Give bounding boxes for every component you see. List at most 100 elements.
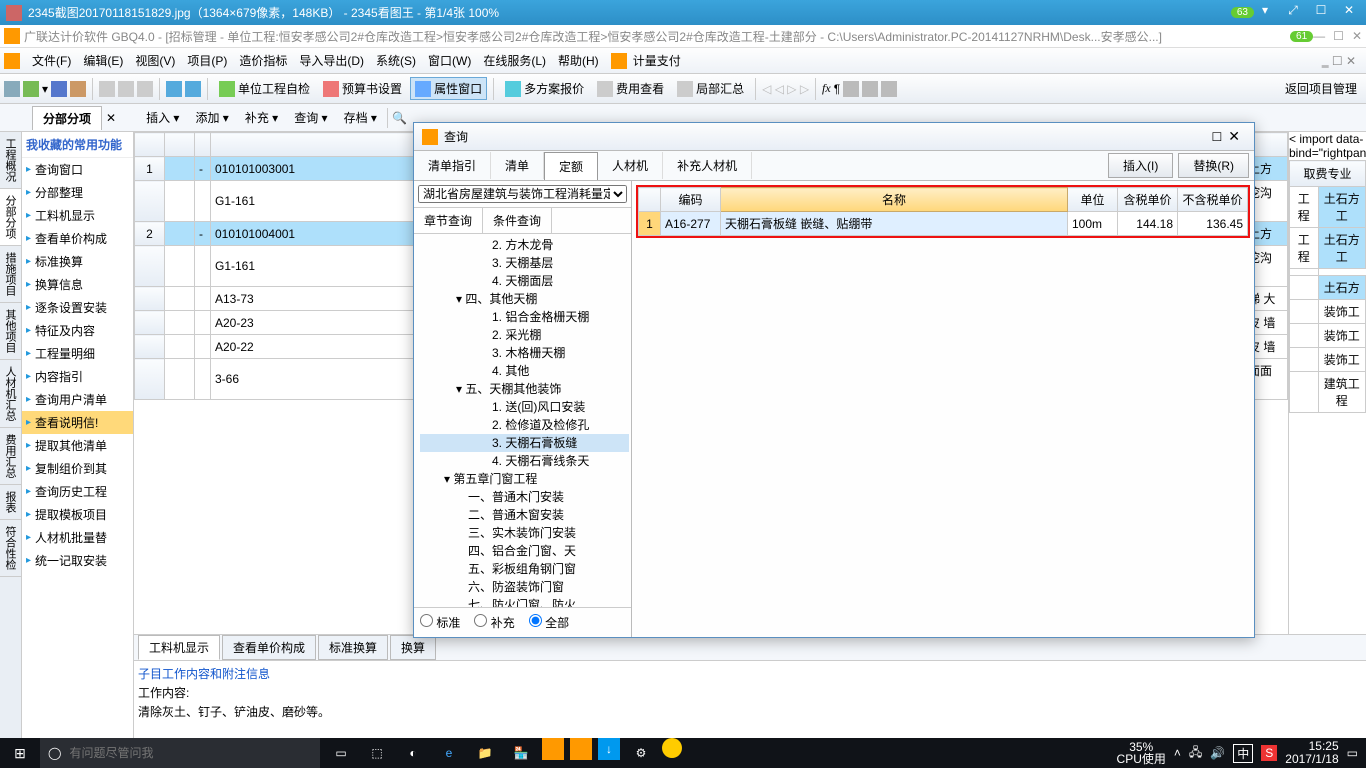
fav-item[interactable]: ▸复制组价到其 <box>22 457 133 480</box>
app-task-5[interactable]: 🏪 <box>506 738 536 768</box>
menu-online[interactable]: 在线服务(L) <box>477 52 552 69</box>
insert-button[interactable]: 插入(I) <box>1108 153 1173 178</box>
tb-partial[interactable]: 局部汇总 <box>672 77 749 100</box>
tb-cut-icon[interactable] <box>99 81 115 97</box>
fav-item[interactable]: ▸换算信息 <box>22 273 133 296</box>
menu-window[interactable]: 窗口(W) <box>422 52 477 69</box>
dtab-3[interactable]: 定额 <box>544 152 598 180</box>
tb-open-icon[interactable] <box>23 81 39 97</box>
radio-supp[interactable]: 补充 <box>474 614 514 631</box>
menu-import[interactable]: 导入导出(D) <box>293 52 370 69</box>
dtab-1[interactable]: 清单指引 <box>414 152 491 179</box>
dialog-titlebar[interactable]: 查询 ☐ ✕ <box>414 123 1254 151</box>
app-task-9[interactable]: ⚙ <box>626 738 656 768</box>
app-maximize[interactable]: ☐ <box>1333 29 1344 43</box>
tree-node[interactable]: ▾ 四、其他天棚 <box>420 290 629 308</box>
ltab-chapter[interactable]: 章节查询 <box>414 208 483 233</box>
app-task-2[interactable]: ◐ <box>398 738 428 768</box>
app-task-8[interactable]: ↓ <box>598 738 620 760</box>
fav-item[interactable]: ▸查看说明信! <box>22 411 133 434</box>
taskbar-search[interactable]: ◯ <box>40 738 320 768</box>
fav-item[interactable]: ▸查询历史工程 <box>22 480 133 503</box>
tb-paste-icon[interactable] <box>137 81 153 97</box>
sub-query[interactable]: 查询 ▾ <box>288 107 333 128</box>
dialog-dropdown[interactable]: 湖北省房屋建筑与装饰工程消耗量定 <box>414 181 631 208</box>
fav-item[interactable]: ▸查询窗口 <box>22 158 133 181</box>
menu-project[interactable]: 项目(P) <box>181 52 233 69</box>
tray-up-icon[interactable]: ˄ <box>1174 746 1181 760</box>
ime-s[interactable]: S <box>1261 745 1277 761</box>
fav-item[interactable]: ▸内容指引 <box>22 365 133 388</box>
tray-net-icon[interactable]: 🖧 <box>1189 743 1202 764</box>
tb-undo-icon[interactable] <box>166 81 182 97</box>
tree-node[interactable]: ▾ 第五章门窗工程 <box>420 470 629 488</box>
tb-redo-icon[interactable] <box>185 81 201 97</box>
vtab-check[interactable]: 符合性检 <box>0 520 21 577</box>
tree-node[interactable]: 三、实木装饰门安装 <box>420 524 629 542</box>
dialog-max[interactable]: ☐ <box>1212 130 1223 144</box>
vtab-overview[interactable]: 工程概况 <box>0 132 21 189</box>
radio-all[interactable]: 全部 <box>529 614 569 631</box>
dtab-4[interactable]: 人材机 <box>598 152 663 179</box>
dialog-select[interactable]: 湖北省房屋建筑与装饰工程消耗量定 <box>418 185 627 203</box>
vtab-material[interactable]: 人材机汇总 <box>0 360 21 428</box>
tree-node[interactable]: 五、彩板组角钢门窗 <box>420 560 629 578</box>
tree-node[interactable]: 七、防火门窗、防火 <box>420 596 629 607</box>
tree-node[interactable]: 3. 天棚石膏板缝 <box>420 434 629 452</box>
tb-para-icon[interactable]: ¶ <box>834 82 840 96</box>
tb-copy-icon[interactable] <box>118 81 134 97</box>
dtab-5[interactable]: 补充人材机 <box>663 152 752 179</box>
tree-node[interactable]: 2. 方木龙骨 <box>420 236 629 254</box>
tb-misc1-icon[interactable] <box>843 81 859 97</box>
menu-help[interactable]: 帮助(H) <box>552 52 605 69</box>
minimize-button[interactable]: ▾ <box>1254 3 1276 23</box>
menu-view[interactable]: 视图(V) <box>129 52 181 69</box>
sub-insert[interactable]: 插入 ▾ <box>140 107 185 128</box>
expand-button[interactable]: ⤢ <box>1282 3 1304 23</box>
app-minimize[interactable]: — <box>1313 29 1325 43</box>
app-task-6[interactable] <box>542 738 564 760</box>
btab-4[interactable]: 换算 <box>390 635 436 660</box>
vtab-other[interactable]: 其他项目 <box>0 303 21 360</box>
sub-add[interactable]: 添加 ▾ <box>189 107 234 128</box>
tb-attr[interactable]: 属性窗口 <box>410 77 487 100</box>
fav-item[interactable]: ▸逐条设置安装 <box>22 296 133 319</box>
fav-item[interactable]: ▸查看单价构成 <box>22 227 133 250</box>
fav-item[interactable]: ▸分部整理 <box>22 181 133 204</box>
subtab-close-icon[interactable]: ✕ <box>106 111 116 125</box>
fav-item[interactable]: ▸查询用户清单 <box>22 388 133 411</box>
tb-save-icon[interactable] <box>51 81 67 97</box>
ime-indicator[interactable]: 中 <box>1233 744 1253 763</box>
replace-button[interactable]: 替换(R) <box>1178 153 1249 178</box>
tree-node[interactable]: 2. 采光棚 <box>420 326 629 344</box>
sub-archive[interactable]: 存档 ▾ <box>338 107 383 128</box>
btab-2[interactable]: 查看单价构成 <box>222 635 316 660</box>
vtab-items[interactable]: 分部分项 <box>0 189 21 246</box>
app-task-3[interactable]: e <box>434 738 464 768</box>
tree-node[interactable]: 六、防盗装饰门窗 <box>420 578 629 596</box>
dialog-close[interactable]: ✕ <box>1222 128 1246 145</box>
dialog-result-grid[interactable]: 编码 名称 单位 含税单价 不含税单价 1 A16-277 天棚石膏板缝 嵌缝、… <box>636 185 1250 238</box>
tree-node[interactable]: 二、普通木窗安装 <box>420 506 629 524</box>
sub-supp[interactable]: 补充 ▾ <box>239 107 284 128</box>
notification-icon[interactable]: ▭ <box>1347 746 1358 760</box>
vtab-report[interactable]: 报表 <box>0 485 21 520</box>
app-task-4[interactable]: 📁 <box>470 738 500 768</box>
app-task-10[interactable] <box>662 738 682 758</box>
vtab-fee[interactable]: 费用汇总 <box>0 428 21 485</box>
btab-1[interactable]: 工料机显示 <box>138 635 220 660</box>
menu-file[interactable]: 文件(F) <box>26 52 77 69</box>
app-close[interactable]: ✕ <box>1352 29 1362 43</box>
tb-fx-icon[interactable]: fx <box>822 81 831 96</box>
menu-system[interactable]: 系统(S) <box>370 52 422 69</box>
tb-print-icon[interactable] <box>70 81 86 97</box>
btab-3[interactable]: 标准换算 <box>318 635 388 660</box>
close-button[interactable]: ✕ <box>1338 3 1360 23</box>
start-button[interactable]: ⊞ <box>0 738 40 768</box>
fav-item[interactable]: ▸提取模板项目 <box>22 503 133 526</box>
tb-check[interactable]: 单位工程自检 <box>214 77 315 100</box>
menu-cost[interactable]: 造价指标 <box>233 52 293 69</box>
subtab-active[interactable]: 分部分项 <box>32 106 102 130</box>
tree-node[interactable]: ▾ 五、天棚其他装饰 <box>420 380 629 398</box>
vtab-measures[interactable]: 措施项目 <box>0 246 21 303</box>
